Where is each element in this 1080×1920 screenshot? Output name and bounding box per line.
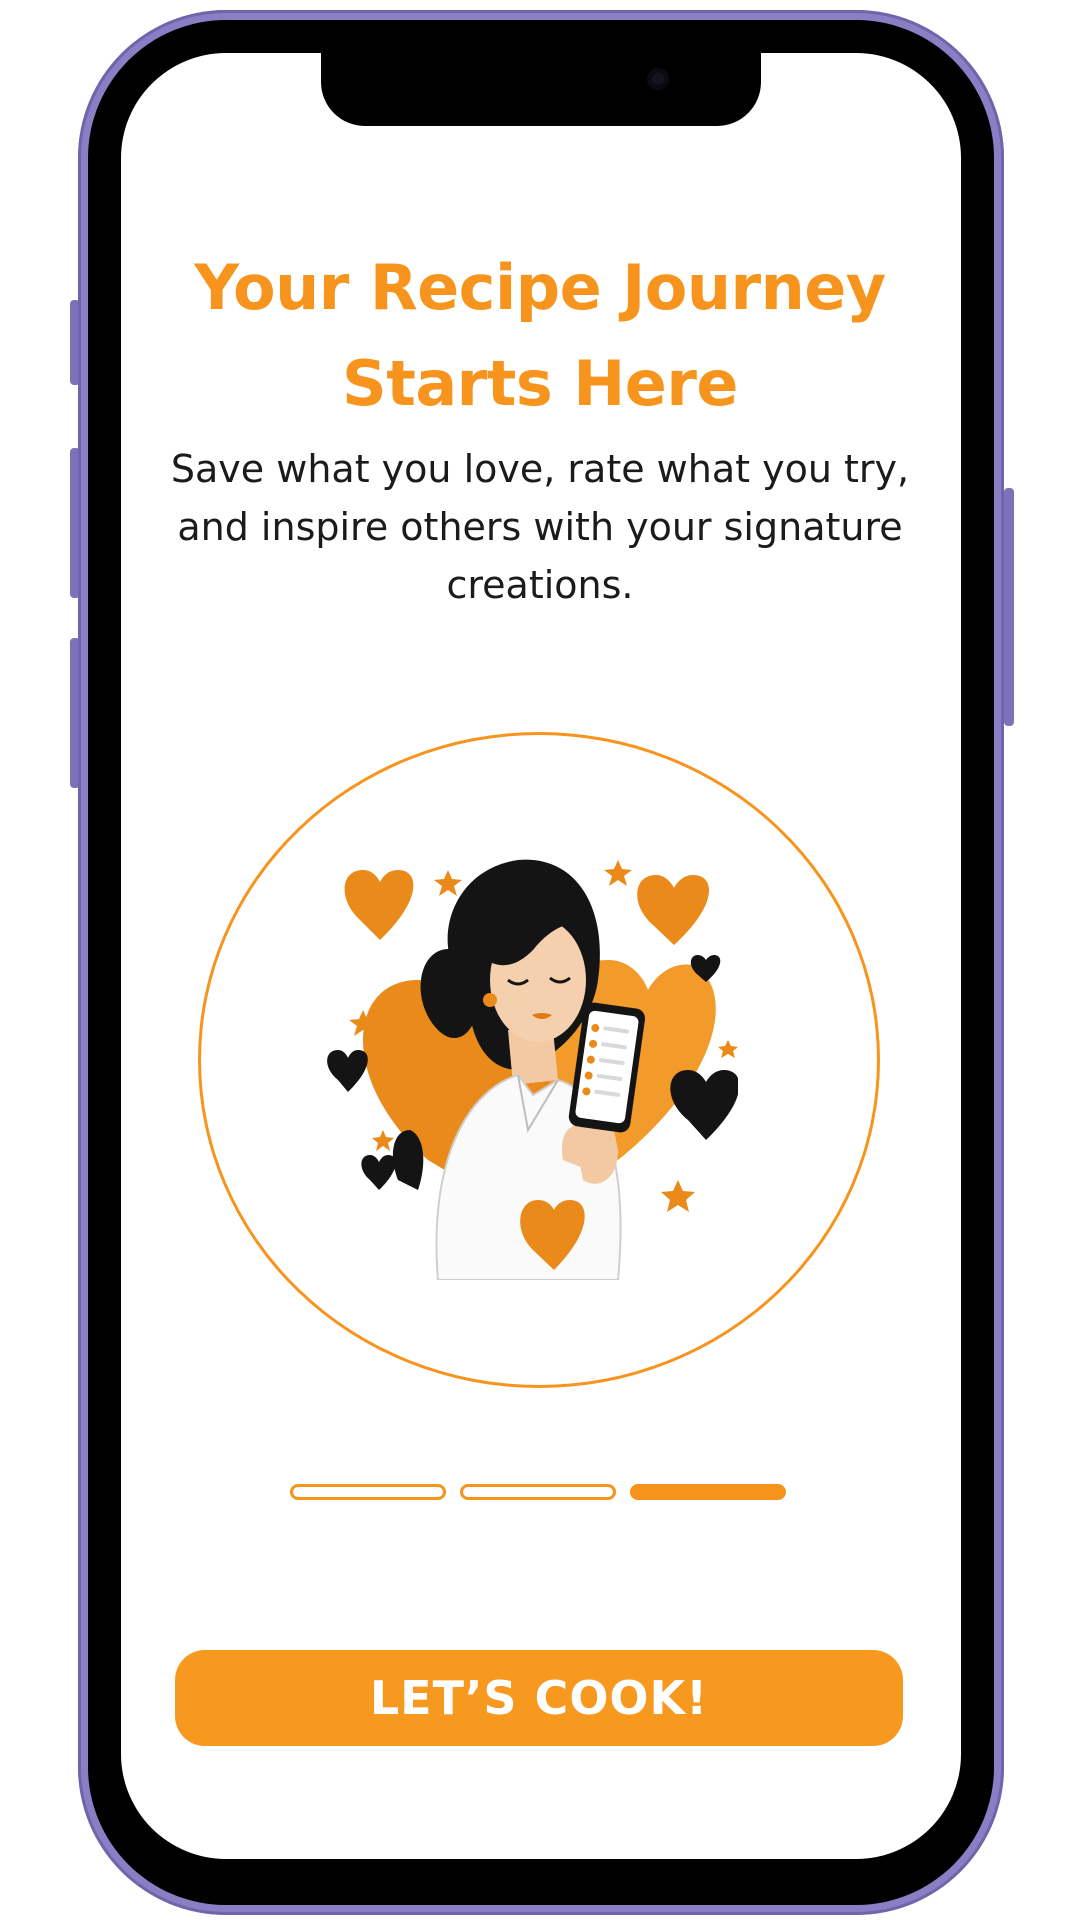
notch	[321, 48, 761, 126]
page-indicator	[290, 1484, 790, 1502]
heart-icon	[344, 870, 414, 940]
device-mockup: Your Recipe Journey Starts Here Save wha…	[0, 0, 1080, 1920]
woman-phone-illustration	[327, 859, 738, 1280]
page-title: Your Recipe Journey Starts Here	[0, 240, 1080, 432]
camera-icon	[647, 68, 669, 90]
heart-icon	[361, 1155, 396, 1190]
heart-icon	[327, 1050, 368, 1092]
page-indicator-step-1[interactable]	[290, 1484, 446, 1500]
star-icon	[661, 1180, 695, 1212]
title-line-1: Your Recipe Journey	[194, 251, 886, 324]
title-line-2: Starts Here	[342, 347, 738, 420]
star-icon	[372, 1130, 394, 1151]
star-icon	[718, 1040, 738, 1058]
onboarding-description: Save what you love, rate what you try, a…	[170, 447, 910, 607]
heart-icon	[670, 1070, 738, 1140]
page-indicator-step-2[interactable]	[460, 1484, 616, 1500]
star-icon	[604, 860, 632, 886]
heart-icon	[637, 875, 710, 945]
page-indicator-step-3[interactable]	[630, 1484, 786, 1500]
star-icon	[434, 870, 462, 896]
lets-cook-button[interactable]: LET’S COOK!	[175, 1650, 903, 1746]
power-button	[1004, 488, 1014, 726]
heart-icon	[392, 1130, 424, 1190]
